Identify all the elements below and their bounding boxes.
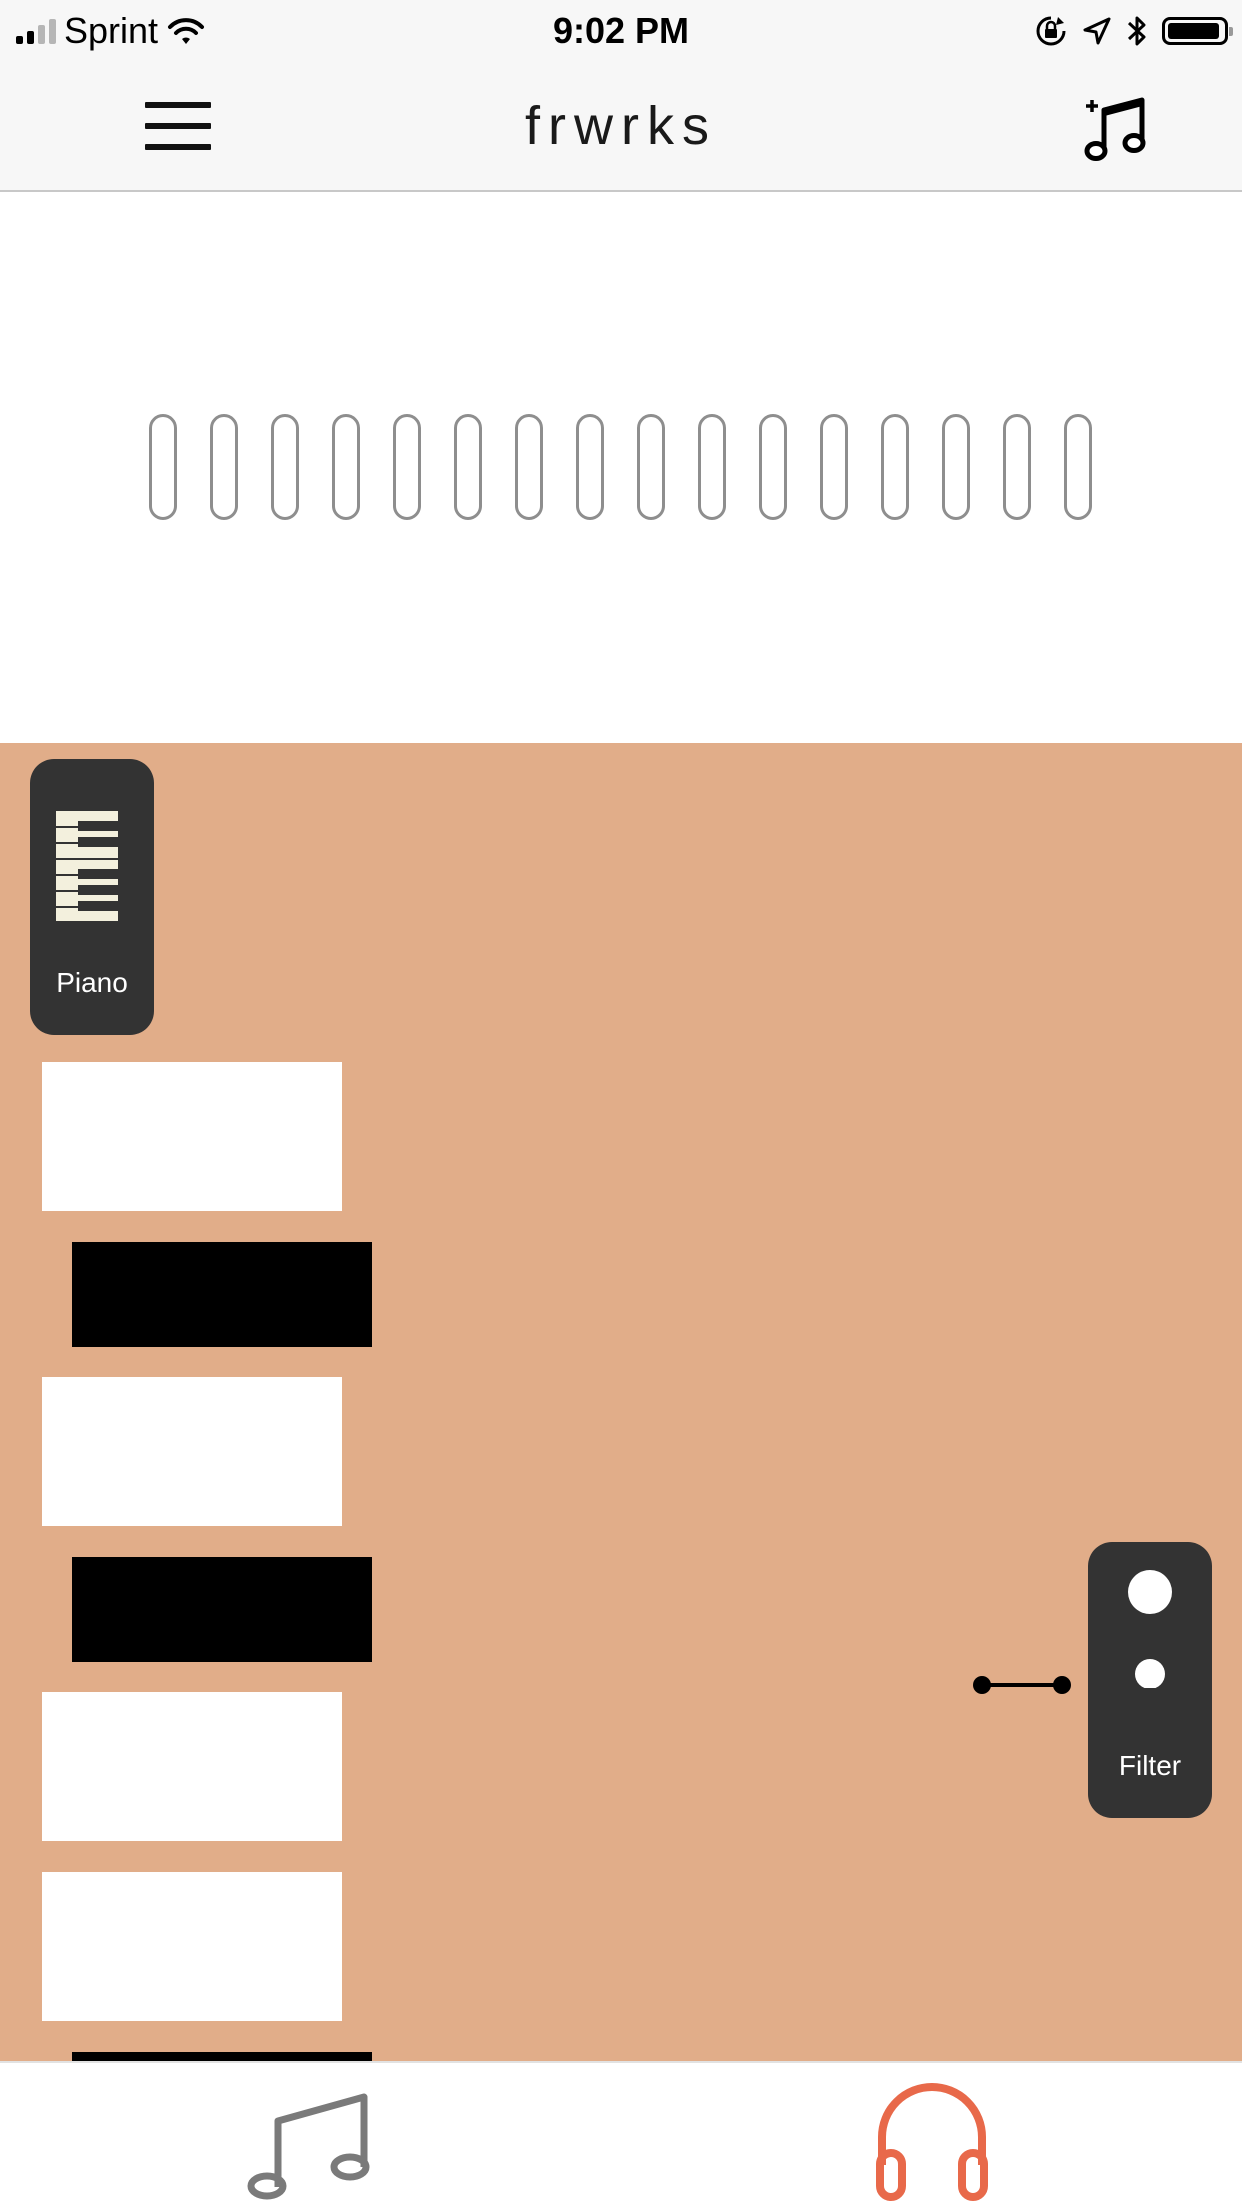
instrument-stage: Piano Filter (0, 743, 1242, 2061)
sequencer-step[interactable] (332, 414, 360, 520)
sequencer-step[interactable] (698, 414, 726, 520)
sequencer-step[interactable] (881, 414, 909, 520)
filter-effect-card[interactable]: Filter (1088, 1542, 1212, 1818)
effect-label: Filter (1118, 1750, 1182, 1781)
sequencer-step[interactable] (454, 414, 482, 520)
connection-handle[interactable] (972, 1673, 1072, 1697)
sequencer-step[interactable] (271, 414, 299, 520)
add-song-button[interactable] (1080, 92, 1150, 162)
music-note-icon (247, 2093, 370, 2200)
sequencer-step[interactable] (820, 414, 848, 520)
location-icon (1083, 17, 1111, 45)
piano-instrument-card[interactable]: Piano (30, 759, 154, 1035)
step-sequencer (0, 192, 1242, 743)
sequencer-step[interactable] (576, 414, 604, 520)
sequencer-step[interactable] (149, 414, 177, 520)
status-icons (1034, 8, 1233, 54)
sequencer-step[interactable] (1064, 414, 1092, 520)
white-piano-key[interactable] (42, 1377, 342, 1526)
orientation-lock-icon (1036, 16, 1066, 46)
bluetooth-icon (1127, 16, 1146, 46)
sequencer-step[interactable] (759, 414, 787, 520)
sequencer-step[interactable] (210, 414, 238, 520)
black-piano-key[interactable] (72, 1242, 372, 1347)
filter-knob-icon (1128, 1570, 1172, 1688)
add-music-note-icon (1084, 97, 1146, 161)
app-title: frwrks (525, 96, 717, 156)
piano-keys-icon (56, 811, 118, 921)
sequencer-step[interactable] (393, 414, 421, 520)
sequencer-step[interactable] (515, 414, 543, 520)
black-piano-key[interactable] (72, 2052, 372, 2061)
sequencer-step[interactable] (1003, 414, 1031, 520)
tab-listen[interactable] (852, 2075, 1012, 2201)
battery-icon (1162, 17, 1233, 45)
white-piano-key[interactable] (42, 1872, 342, 2021)
instrument-label: Piano (56, 967, 128, 998)
status-bar: Sprint 9:02 PM (0, 0, 1242, 62)
tab-bar (0, 2061, 1242, 2210)
nav-bar: frwrks (0, 62, 1242, 192)
white-piano-key[interactable] (42, 1692, 342, 1841)
white-piano-key[interactable] (42, 1062, 342, 1211)
tab-compose[interactable] (232, 2075, 392, 2201)
black-piano-key[interactable] (72, 1557, 372, 1662)
sequencer-step[interactable] (942, 414, 970, 520)
headphones-icon (876, 2083, 988, 2201)
sequencer-step[interactable] (637, 414, 665, 520)
